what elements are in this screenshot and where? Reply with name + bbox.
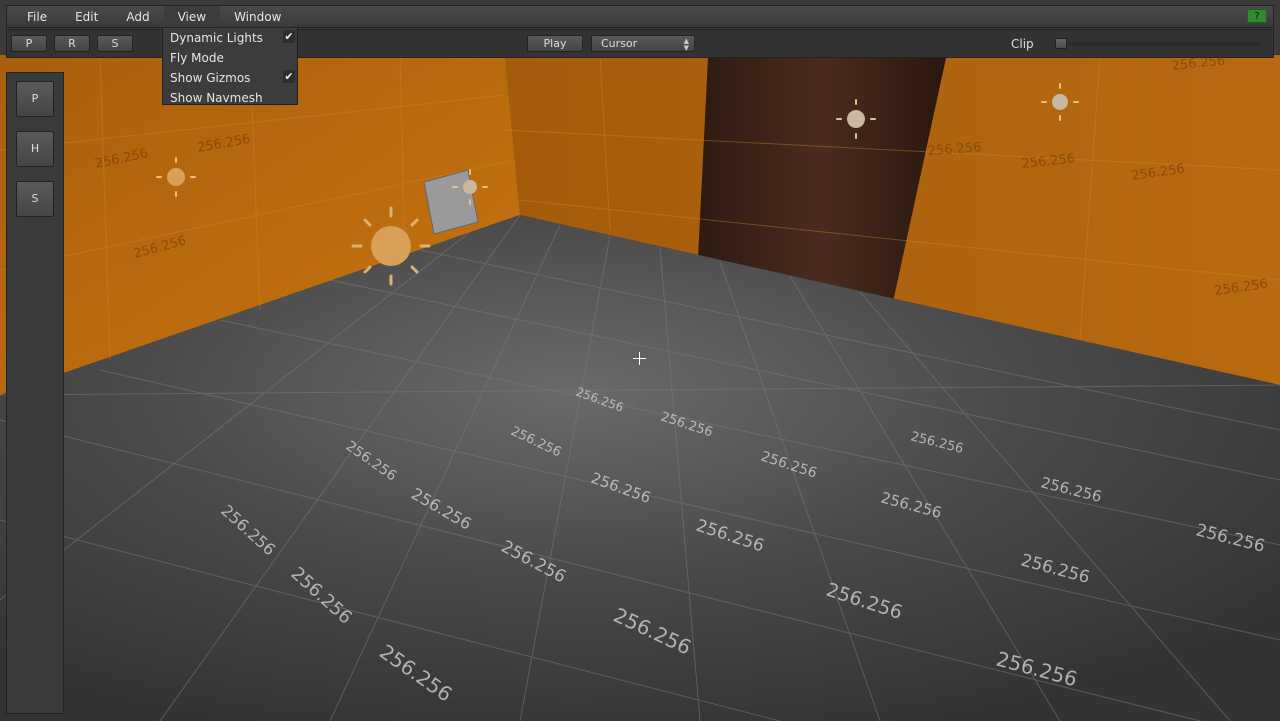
menu-item-fly-mode[interactable]: Fly Mode xyxy=(163,48,297,68)
menu-item-show-gizmos[interactable]: Show Gizmos ✔ xyxy=(163,68,297,88)
menu-file[interactable]: File xyxy=(7,6,61,28)
tool-mode-select[interactable]: Cursor ▲ ▼ xyxy=(591,35,695,52)
select-arrows-icon: ▲ ▼ xyxy=(683,37,689,52)
menu-item-label: Show Navmesh xyxy=(170,91,263,105)
menu-bar: File Edit Add View Window ? xyxy=(6,5,1274,28)
menu-edit[interactable]: Edit xyxy=(61,6,112,28)
toolbar-button-p[interactable]: P xyxy=(11,35,47,52)
check-icon: ✔ xyxy=(283,30,295,43)
tool-mode-value: Cursor xyxy=(601,37,638,50)
view-menu-dropdown: Dynamic Lights ✔ Fly Mode Show Gizmos ✔ … xyxy=(162,27,298,105)
toolbar-button-s[interactable]: S xyxy=(97,35,133,52)
play-button[interactable]: Play xyxy=(527,35,583,52)
menu-view[interactable]: View xyxy=(163,5,221,28)
toolbar-button-r[interactable]: R xyxy=(54,35,90,52)
menu-item-label: Show Gizmos xyxy=(170,71,251,85)
clip-slider-thumb[interactable] xyxy=(1055,38,1067,49)
crosshair-icon xyxy=(633,352,646,365)
clip-label: Clip xyxy=(1011,37,1034,51)
panel-button-h[interactable]: H xyxy=(16,131,54,167)
menu-item-show-navmesh[interactable]: Show Navmesh xyxy=(163,88,297,108)
menu-item-dynamic-lights[interactable]: Dynamic Lights ✔ xyxy=(163,28,297,48)
menu-window[interactable]: Window xyxy=(220,6,295,28)
menu-item-label: Dynamic Lights xyxy=(170,31,263,45)
clip-slider[interactable] xyxy=(1055,38,1261,49)
clip-slider-track[interactable] xyxy=(1055,42,1261,46)
check-icon: ✔ xyxy=(283,70,295,83)
help-button[interactable]: ? xyxy=(1247,9,1267,23)
left-tool-panel: P H S xyxy=(6,72,64,714)
panel-button-s[interactable]: S xyxy=(16,181,54,217)
menu-item-label: Fly Mode xyxy=(170,51,224,65)
scene-viewport[interactable]: 256.256 256.256 256.256 256.256 256.256 … xyxy=(0,0,1280,721)
menu-add[interactable]: Add xyxy=(112,6,163,28)
panel-button-p[interactable]: P xyxy=(16,81,54,117)
